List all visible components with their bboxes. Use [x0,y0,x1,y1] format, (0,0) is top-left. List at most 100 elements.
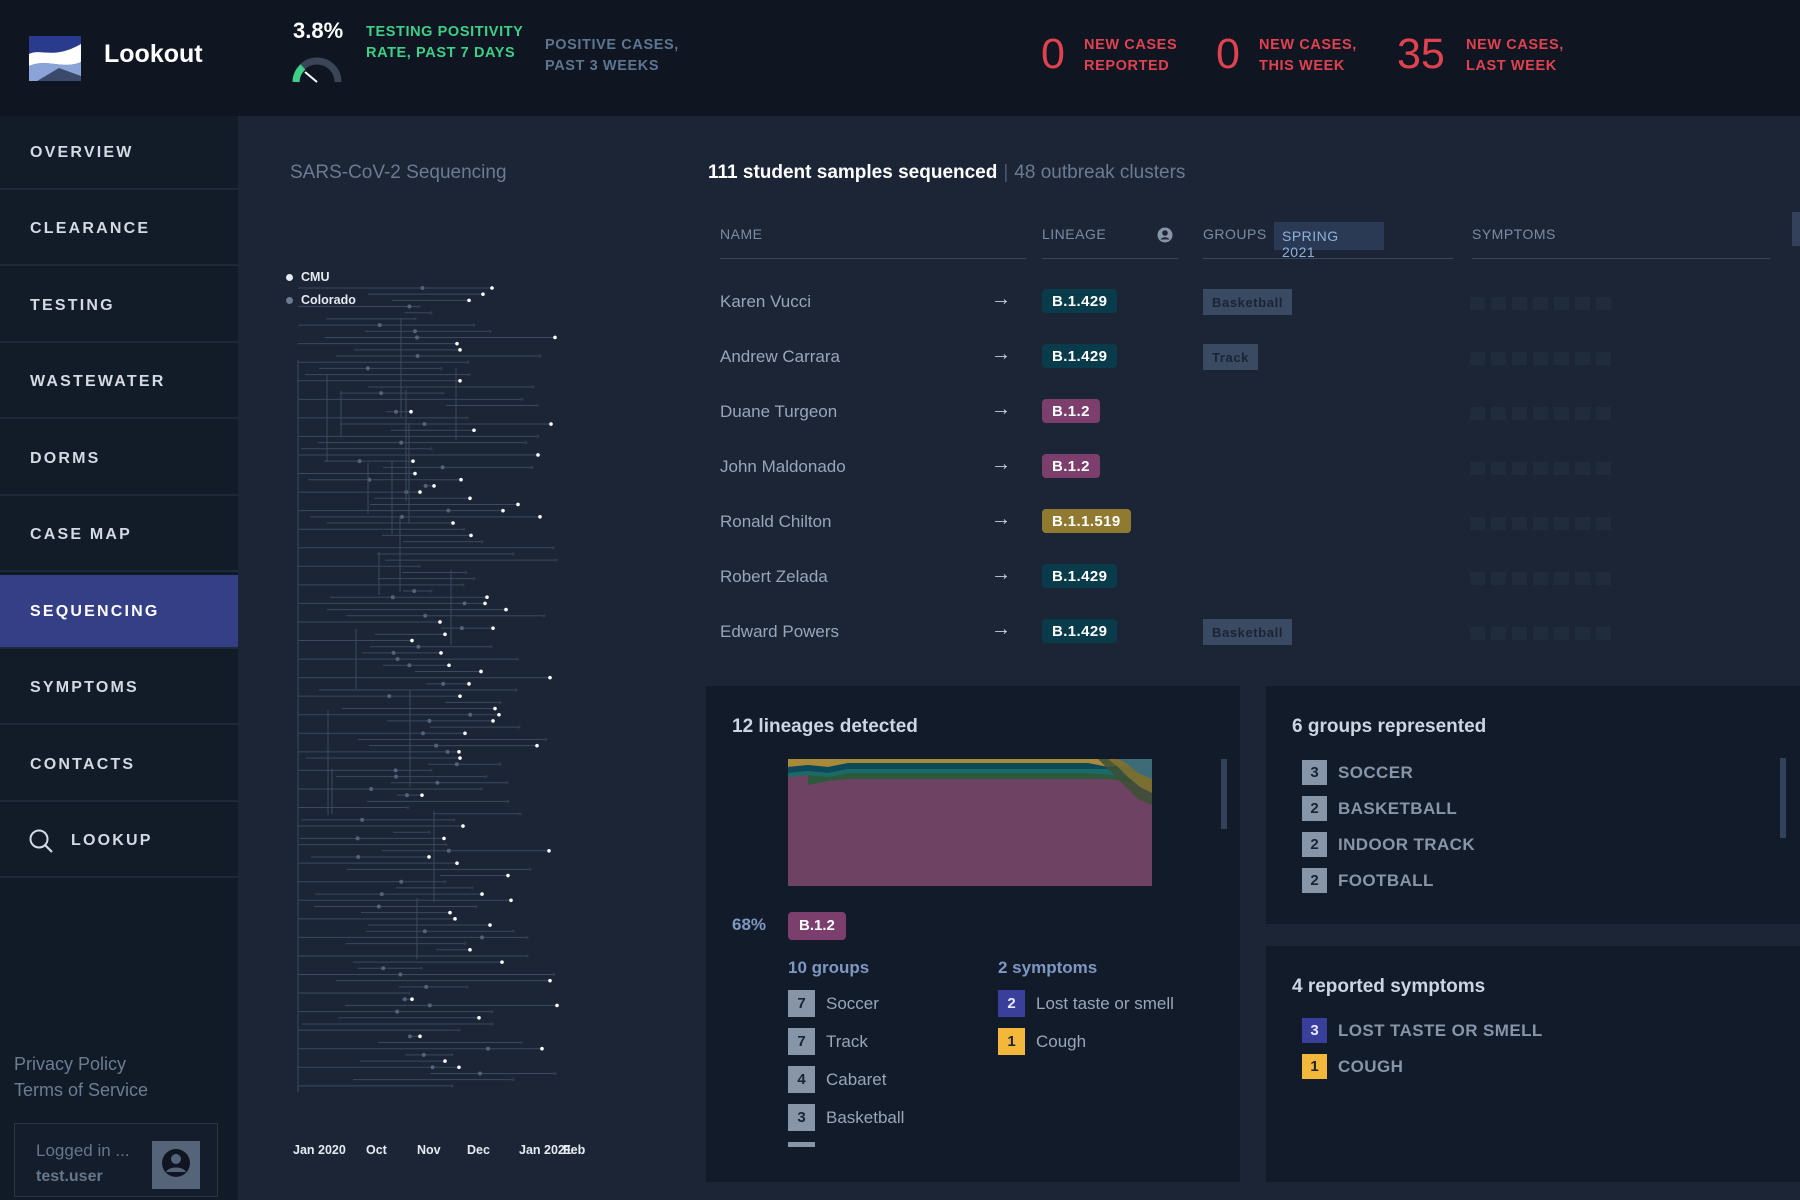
tree-leaf-colorado [465,985,469,989]
student-name[interactable]: Duane Turgeon [720,402,837,422]
student-name[interactable]: Robert Zelada [720,567,828,587]
tree-leaf-colorado [441,681,446,686]
nav-overview[interactable]: Overview [0,116,238,190]
tree-leaf-cmu [410,638,414,643]
tree-leaf-cmu [477,1015,481,1020]
tree-leaf-colorado [399,879,404,884]
main-scrollbar[interactable] [1792,212,1800,246]
count-badge: 1 [1302,1054,1327,1079]
tree-leaf-colorado [422,929,427,934]
table-row[interactable]: Edward Powers → B.1.429 Basketball [708,606,1770,661]
tree-leaf-cmu [439,651,443,655]
tree-leaf-cmu [516,502,520,507]
tree-leaf-colorado [413,317,417,321]
tree-leaf-colorado [369,786,374,791]
app-name[interactable]: Lookout [104,40,203,69]
group-badge: Track [1203,344,1258,370]
nav-clearance[interactable]: Clearance [0,192,238,266]
student-name[interactable]: Karen Vucci [720,292,811,312]
lineages-scrollbar[interactable] [1221,759,1227,829]
nav-case-map[interactable]: Case Map [0,498,238,572]
symptoms-card-title: 4 reported symptoms [1292,976,1486,997]
tree-leaf-colorado [390,595,395,600]
tree-leaf-colorado [462,601,467,606]
nav-label: Lookup [71,832,153,849]
groups-scrollbar[interactable] [1780,758,1786,838]
student-name[interactable]: John Maldonado [720,457,846,477]
arrow-right-icon[interactable]: → [991,563,1011,586]
arrow-right-icon[interactable]: → [991,343,1011,366]
symptoms-card: 4 reported symptoms 3 Lost taste or smell… [1266,946,1800,1182]
tree-leaf-colorado [525,954,529,958]
nav-label: Testing [30,297,115,314]
group-badge: Basketball [1203,289,1293,315]
arrow-right-icon[interactable]: → [991,453,1011,476]
tree-leaf-cmu [413,471,417,476]
tree-leaf-colorado [435,780,440,785]
nav-symptoms[interactable]: Symptoms [0,651,238,725]
column-header-name[interactable]: Name [720,226,762,242]
table-row[interactable]: Ronald Chilton → B.1.1.519 [708,496,1770,551]
column-header-lineage[interactable]: Lineage [1042,226,1106,242]
tree-leaf-colorado [391,650,396,655]
user-account-box[interactable]: Logged in ... test.user [14,1123,218,1197]
tree-leaf-colorado [427,718,432,723]
arrow-right-icon[interactable]: → [991,508,1011,531]
nav-dorms[interactable]: Dorms [0,422,238,496]
tree-leaf-colorado [407,304,412,309]
tree-leaf-cmu [418,490,422,494]
tree-leaf-colorado [445,749,450,754]
arrow-right-icon[interactable]: → [991,398,1011,421]
column-underline [720,258,1026,259]
tree-leaf-colorado [490,1022,494,1026]
arrow-right-icon[interactable]: → [991,288,1011,311]
table-row[interactable]: John Maldonado → B.1.2 [708,441,1770,496]
samples-table: Name Lineage Groups Spring 2021 Symptoms… [708,212,1770,662]
tree-leaf-colorado [429,589,433,593]
nav-label: Dorms [30,450,101,467]
groups-card-title: 6 groups represented [1292,716,1487,737]
nav-label: Wastewater [30,373,166,390]
student-name[interactable]: Edward Powers [720,622,839,642]
column-header-groups[interactable]: Groups [1203,226,1267,242]
nav-contacts[interactable]: Contacts [0,728,238,802]
tree-leaf-colorado [536,434,540,438]
season-selector[interactable]: Spring 2021 [1274,222,1384,260]
tree-leaf-colorado [376,904,381,909]
student-name[interactable]: Ronald Chilton [720,512,832,532]
tree-leaf-colorado [360,817,365,822]
tree-leaf-colorado [489,645,493,649]
groups-card: 6 groups represented 3 Soccer 2 Basketball… [1266,686,1800,924]
nav-testing[interactable]: Testing [0,269,238,343]
tree-leaf-colorado [377,323,382,328]
tree-leaf-colorado [514,688,518,692]
student-name[interactable]: Andrew Carrara [720,347,840,367]
tree-leaf-cmu [472,428,476,433]
table-row[interactable]: Andrew Carrara → B.1.429 Track [708,331,1770,386]
column-header-symptoms[interactable]: Symptoms [1472,226,1556,242]
tree-leaf-cmu [488,923,492,927]
tree-leaf-colorado [511,552,515,556]
terms-of-service-link[interactable]: Terms of Service [14,1080,148,1101]
tree-leaf-colorado [519,1041,523,1045]
table-row[interactable]: Duane Turgeon → B.1.2 [708,386,1770,441]
symptom-indicators [1470,627,1620,641]
tree-leaf-colorado [444,843,448,847]
tree-leaf-colorado [381,966,386,971]
arrow-right-icon[interactable]: → [991,618,1011,641]
lineage-badge: B.1.2 [1042,454,1100,478]
table-row[interactable]: Karen Vucci → B.1.429 Basketball [708,276,1770,331]
lineage-stream-plot [788,759,1152,886]
nav-wastewater[interactable]: Wastewater [0,345,238,419]
nav-sequencing[interactable]: Sequencing [0,575,238,649]
group-label: Soccer [826,994,879,1013]
nav-lookup[interactable]: Lookup [0,804,238,878]
top-lineage-badge[interactable]: B.1.2 [788,912,846,940]
nav-label: Clearance [30,220,151,237]
tree-leaf-colorado [511,1078,515,1082]
symptom-label: Lost taste or smell [1338,1021,1543,1040]
table-row[interactable]: Robert Zelada → B.1.429 [708,551,1770,606]
privacy-policy-link[interactable]: Privacy Policy [14,1054,126,1075]
count-badge: 4 [788,1066,815,1093]
student-filter-icon[interactable] [1156,226,1174,244]
